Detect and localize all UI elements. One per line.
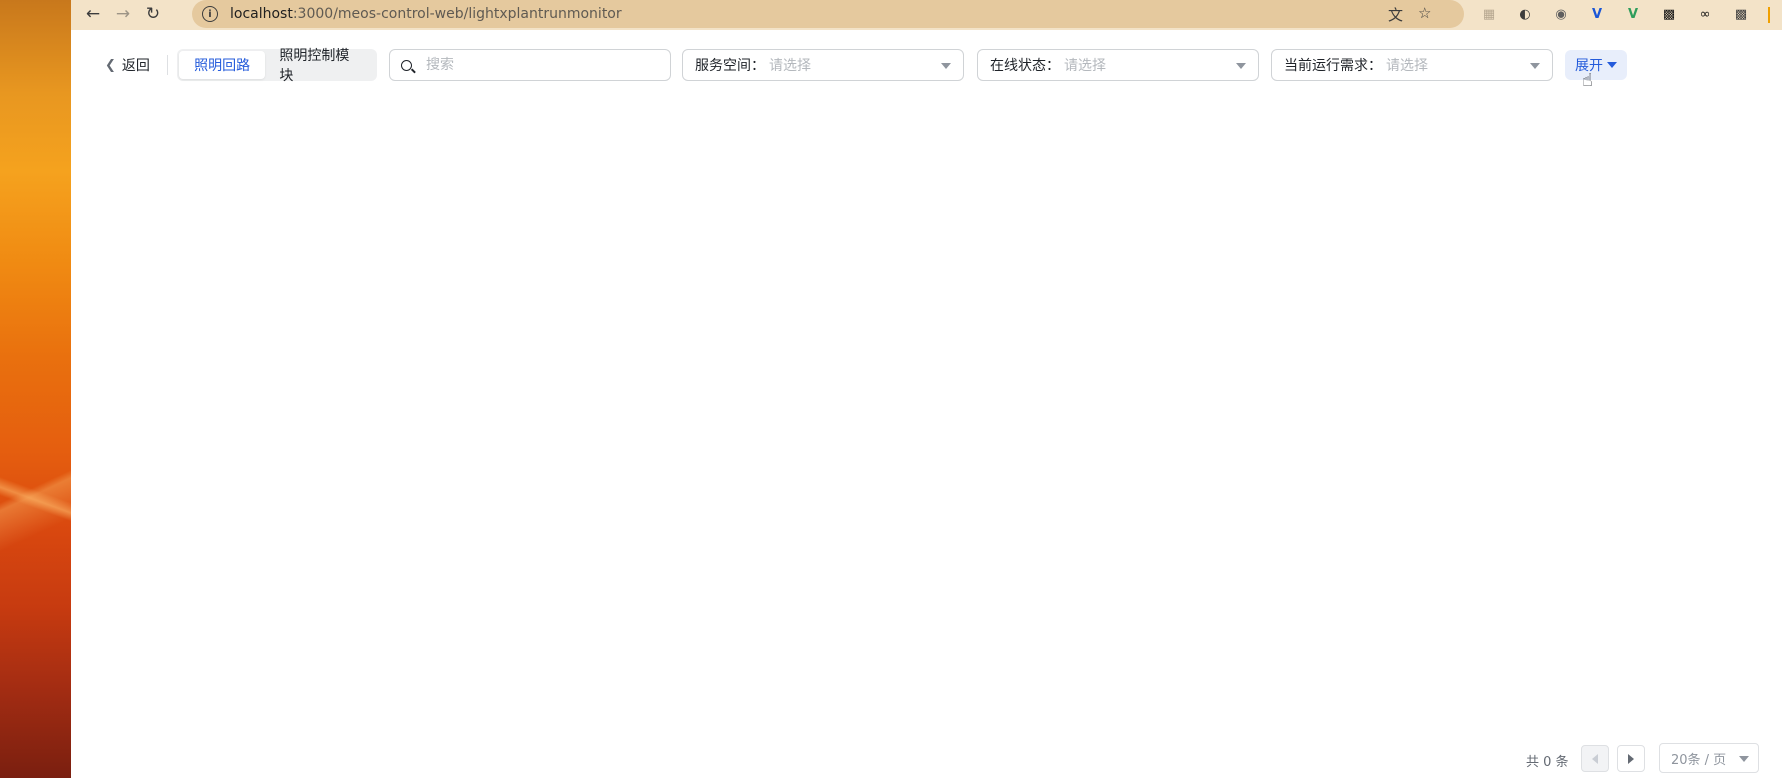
caret-left-icon [1592, 753, 1598, 764]
select-label: 当前运行需求： [1284, 58, 1382, 74]
bookmark-star-icon[interactable]: ☆ [1418, 4, 1431, 22]
vue-devtools-icon[interactable]: V [1624, 5, 1642, 23]
browser-toolbar: ← → ↻ i localhost:3000/meos-control-web/… [71, 0, 1782, 30]
url-host: localhost [230, 6, 293, 22]
divider [167, 55, 168, 75]
current-run-demand-select[interactable]: 当前运行需求： 请选择 [1271, 49, 1553, 81]
caret-down-icon [1607, 62, 1617, 68]
back-arrow-icon[interactable]: ← [81, 2, 105, 26]
extension-v-blue-icon[interactable]: V [1588, 5, 1606, 23]
expand-button[interactable]: 展开 [1565, 50, 1627, 80]
caret-right-icon [1628, 753, 1634, 764]
screenshot-camera-icon[interactable]: ◉ [1552, 5, 1570, 23]
caret-down-icon [1739, 756, 1749, 762]
search-icon [401, 59, 412, 71]
select-label: 在线状态： [990, 58, 1060, 74]
site-info-icon[interactable]: i [202, 6, 218, 22]
back-label: 返回 [121, 58, 150, 74]
desktop-wallpaper [0, 0, 71, 778]
select-placeholder: 请选择 [1064, 58, 1106, 74]
select-placeholder: 请选择 [1386, 58, 1428, 74]
extension-circle-icon[interactable]: ◐ [1516, 5, 1534, 23]
tab-lighting-control-module[interactable]: 照明控制模块 [265, 48, 375, 84]
select-label: 服务空间： [695, 58, 765, 74]
pagination-total: 共 0 条 [1526, 755, 1569, 770]
extensions-puzzle-icon[interactable]: ▩ [1732, 5, 1750, 23]
toolbar-separator [1768, 7, 1770, 23]
browser-window: ← → ↻ i localhost:3000/meos-control-web/… [71, 0, 1782, 778]
select-placeholder: 请选择 [769, 58, 811, 74]
extension-grid-icon[interactable]: ▦ [1480, 5, 1498, 23]
address-bar[interactable]: i localhost:3000/meos-control-web/lightx… [192, 0, 1464, 28]
back-button[interactable]: ❮ 返回 [105, 55, 150, 75]
filter-bar: ❮ 返回 照明回路 照明控制模块 服务空间： 请选择 在线状态： 请选择 当前运… [71, 48, 1782, 84]
forward-arrow-icon[interactable]: → [111, 2, 135, 26]
caret-down-icon [941, 63, 951, 69]
page-size-label: 20条 / 页 [1671, 752, 1727, 768]
extension-infinity-icon[interactable]: ∞ [1696, 5, 1714, 23]
service-space-select[interactable]: 服务空间： 请选择 [682, 49, 964, 81]
caret-down-icon [1236, 63, 1246, 69]
translate-icon[interactable]: 文 [1388, 4, 1403, 25]
page-size-select[interactable]: 20条 / 页 [1659, 743, 1759, 773]
next-page-button[interactable] [1617, 745, 1645, 772]
hand-cursor-icon: ☝ [1582, 70, 1593, 91]
url-path: :3000/meos-control-web/lightxplantrunmon… [292, 6, 622, 22]
online-status-select[interactable]: 在线状态： 请选择 [977, 49, 1259, 81]
tab-lighting-circuit[interactable]: 照明回路 [179, 51, 266, 79]
reload-icon[interactable]: ↻ [141, 2, 165, 26]
chevron-left-icon: ❮ [105, 57, 116, 73]
search-box [389, 49, 671, 81]
url-text[interactable]: localhost:3000/meos-control-web/lightxpl… [230, 6, 622, 22]
prev-page-button[interactable] [1581, 745, 1609, 772]
caret-down-icon [1530, 63, 1540, 69]
search-input[interactable] [424, 56, 658, 74]
extension-mask-icon[interactable]: ▩ [1660, 5, 1678, 23]
view-switcher: 照明回路 照明控制模块 [177, 48, 377, 84]
